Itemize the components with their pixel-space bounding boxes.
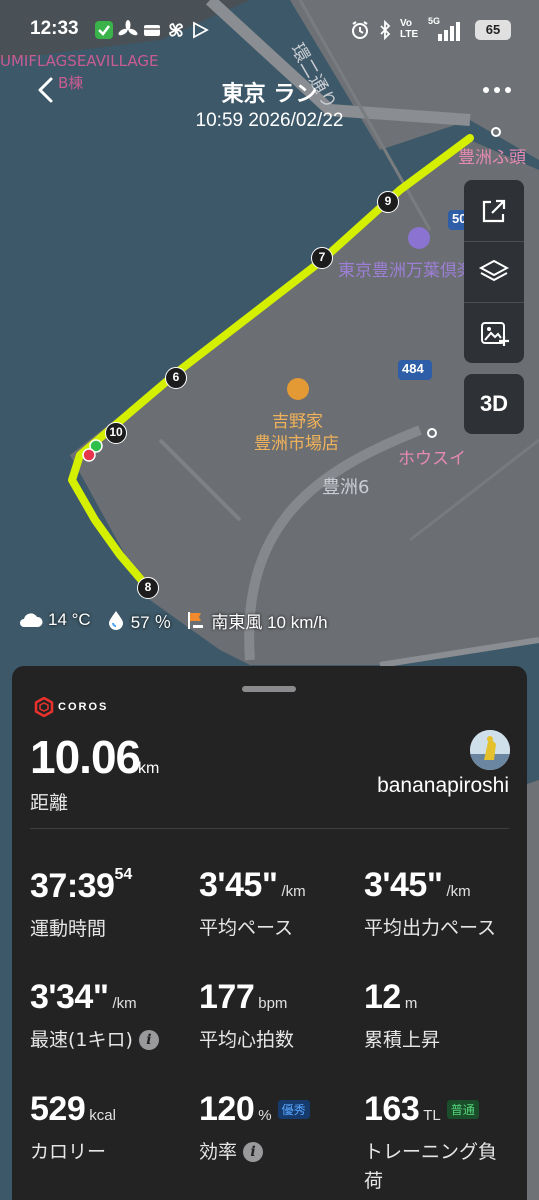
cloud-icon	[20, 613, 43, 627]
calories-unit: kcal	[89, 1107, 116, 1124]
page-title: 東京 ラン	[221, 82, 318, 107]
club-label: 東京豊洲万葉倶楽	[338, 261, 474, 281]
layers-button[interactable]	[464, 241, 524, 302]
duration-seconds-fraction: 54	[114, 866, 133, 883]
map-tool-group	[464, 180, 524, 363]
brand-logo: COROS	[34, 696, 108, 718]
humidity-drop-icon	[108, 611, 123, 630]
hokusui-label: ホウスイ	[398, 449, 466, 469]
avatar-image-icon	[470, 730, 510, 770]
stat-elevation-gain: 12 m 累積上昇	[364, 978, 440, 1052]
distance-unit: km	[138, 760, 160, 777]
road-484-label: 484	[402, 361, 424, 376]
fastest-unit: /km	[112, 995, 137, 1012]
toyosu-futo-label: 豊洲ふ頭	[458, 148, 526, 168]
training-load-label-1: トレーニング負	[364, 1141, 498, 1163]
share-icon	[482, 199, 506, 222]
stat-avg-power-pace: 3'45"/km 平均出力ペース	[364, 866, 496, 940]
avg-pace-value: 3'45"	[199, 866, 278, 904]
duration-label: 運動時間	[30, 918, 107, 940]
info-icon[interactable]: i	[138, 1030, 159, 1050]
restaurant-label-2: 豊洲市場店	[254, 434, 339, 454]
avg-hr-value: 177	[199, 978, 255, 1016]
info-icon[interactable]: i	[243, 1142, 264, 1162]
avg-power-pace-label: 平均出力ペース	[364, 917, 497, 939]
alarm-icon	[352, 21, 368, 39]
toyosu6-label: 豊洲6	[322, 477, 370, 498]
status-bar: 12:33 Vo LTE 5G 65	[0, 0, 539, 60]
elevation-value: 12	[364, 978, 401, 1016]
weather-temperature: 14 °C	[18, 610, 91, 630]
brand-name: COROS	[58, 701, 109, 713]
avg-hr-label: 平均心拍数	[199, 1029, 295, 1051]
elevation-unit: m	[404, 995, 418, 1012]
stat-avg-pace: 3'45"/km 平均ペース	[199, 866, 306, 940]
distance-label: 距離	[30, 792, 69, 814]
training-load-badge: 普通	[446, 1100, 479, 1119]
calories-label: カロリー	[30, 1141, 107, 1163]
coros-logo-icon	[34, 697, 54, 717]
duration-value: 37:39	[30, 867, 115, 905]
avatar[interactable]	[470, 730, 510, 770]
bluetooth-icon	[380, 20, 391, 40]
more-dots-icon[interactable]	[481, 80, 513, 100]
fastest-label: 最速(1キロ)	[30, 1029, 133, 1051]
fan-icon	[118, 20, 138, 36]
avg-hr-unit: bpm	[258, 995, 288, 1012]
stat-calories: 529 kcal カロリー	[30, 1090, 116, 1164]
drag-handle[interactable]	[242, 686, 296, 692]
username: bananapiroshi	[377, 774, 509, 797]
status-time: 12:33	[30, 18, 79, 39]
calories-value: 529	[30, 1090, 86, 1128]
km-marker-10: 10	[105, 422, 127, 444]
shield-check-icon	[95, 21, 113, 39]
pinwheel-icon	[169, 23, 183, 37]
divider	[30, 828, 509, 829]
stat-training-load: 163 TL 普通 トレーニング負 荷	[364, 1090, 497, 1193]
battery-indicator: 65	[475, 20, 511, 40]
weather-wind: 南東風 10 km/h	[185, 608, 328, 633]
weather-bar: 14 °C 57 ％ 南東風 10 km/h	[18, 606, 342, 634]
activity-datetime: 10:59 2026/02/22	[195, 110, 344, 131]
fastest-value: 3'34"	[30, 978, 109, 1016]
add-photo-icon	[481, 322, 509, 346]
avg-pace-unit: /km	[281, 883, 306, 900]
efficiency-value: 120	[199, 1090, 255, 1128]
volte-indicator: Vo LTE	[400, 18, 419, 40]
layers-icon	[478, 259, 510, 282]
elevation-label: 累積上昇	[364, 1029, 441, 1051]
training-load-label-2: 荷	[364, 1170, 384, 1192]
km-marker-6: 6	[165, 367, 187, 389]
wind-value: 南東風 10 km/h	[211, 612, 328, 632]
avg-pace-label: 平均ペース	[199, 917, 294, 939]
temperature-value: 14 °C	[48, 610, 91, 629]
signal-icon	[438, 22, 460, 41]
stat-efficiency: 120% 優秀 効率 i	[199, 1090, 310, 1164]
efficiency-label: 効率	[199, 1141, 238, 1163]
avg-power-pace-value: 3'45"	[364, 866, 443, 904]
humidity-value: 57 ％	[130, 612, 172, 632]
training-load-value: 163	[364, 1090, 420, 1128]
km-marker-7: 7	[311, 247, 333, 269]
add-photo-button[interactable]	[464, 302, 524, 363]
stat-avg-heart-rate: 177 bpm 平均心拍数	[199, 978, 294, 1052]
efficiency-unit: %	[258, 1107, 272, 1124]
training-load-unit: TL	[423, 1107, 441, 1124]
stat-duration: 37:3954 運動時間	[30, 866, 132, 941]
stat-fastest-km: 3'34"/km 最速(1キロ) i	[30, 978, 159, 1052]
wind-flag-icon	[188, 612, 204, 629]
3d-toggle-button[interactable]: 3D	[464, 374, 524, 434]
weather-humidity: 57 ％	[105, 608, 172, 633]
km-marker-9: 9	[377, 191, 399, 213]
activity-summary-panel[interactable]: COROS 10.06 km 距離 bananapiroshi 37:3954 …	[12, 666, 527, 1200]
efficiency-badge: 優秀	[277, 1100, 310, 1119]
card-icon	[144, 25, 160, 36]
share-button[interactable]	[464, 180, 524, 241]
distance-value: 10.06	[30, 731, 141, 783]
play-store-icon	[193, 21, 209, 39]
avg-power-pace-unit: /km	[446, 883, 471, 900]
km-marker-8: 8	[137, 577, 159, 599]
